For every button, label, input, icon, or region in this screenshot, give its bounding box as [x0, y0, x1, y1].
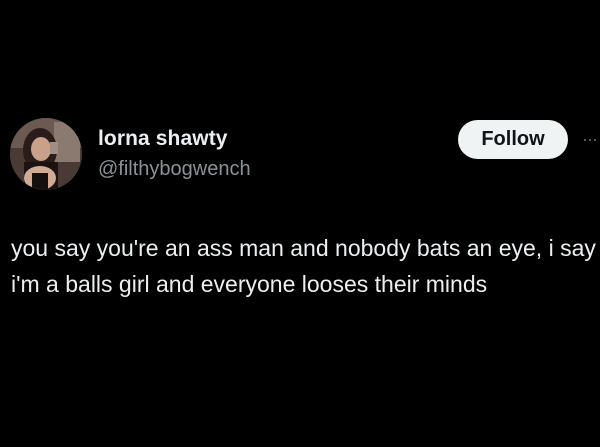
- more-dot: [594, 139, 596, 141]
- more-dot: [589, 139, 591, 141]
- more-dot: [584, 139, 586, 141]
- avatar[interactable]: [10, 118, 82, 190]
- post-card: lorna shawty @filthybogwench Follow you …: [0, 0, 600, 447]
- profile-photo-icon: [10, 118, 82, 190]
- author-display-name[interactable]: lorna shawty: [98, 127, 228, 151]
- post-text: you say you're an ass man and nobody bat…: [11, 235, 596, 297]
- follow-button[interactable]: Follow: [458, 120, 568, 159]
- author-handle[interactable]: @filthybogwench: [98, 158, 251, 181]
- more-options-icon[interactable]: [584, 139, 598, 143]
